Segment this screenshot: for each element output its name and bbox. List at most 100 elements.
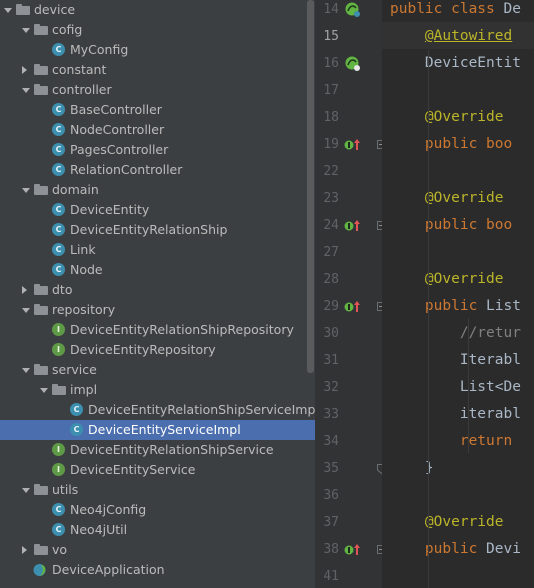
code-line-38[interactable]: public Devi [390,536,521,563]
code-line-33[interactable]: iterabl [390,401,521,428]
tree-item-link[interactable]: C Link [0,240,315,260]
tree-item-pages-controller[interactable]: C PagesController [0,140,315,160]
code-token: @Autowired [424,28,513,44]
tree-item-my-config[interactable]: C MyConfig [0,40,315,60]
folder-icon-body [34,286,48,295]
code-editor[interactable]: public class De @Autowired DeviceEntit @… [382,0,534,588]
line-number: 29 [323,299,339,314]
autowired-icon[interactable] [343,55,363,73]
editor-gutter[interactable]: 14 15 16 17 18 19 22 23 24 27 28 29 30 31 32 33 34 35 36 37… [315,0,386,588]
tree-item-base-controller[interactable]: C BaseController [0,100,315,120]
tree-item-relation-controller[interactable]: C RelationController [0,160,315,180]
tree-item-cofig[interactable]: cofig [0,20,315,40]
line-number: 22 [323,164,339,179]
tree-item-device-entity-relation-ship-service[interactable]: I DeviceEntityRelationShipService [0,440,315,460]
code-line-32[interactable]: List<De [390,374,521,401]
tree-item-label: domain [52,182,99,197]
tree-item-device-entity-relation-ship[interactable]: C DeviceEntityRelationShip [0,220,315,240]
override-icon[interactable] [343,136,363,154]
tree-item-device-entity-relation-ship-repository[interactable]: I DeviceEntityRelationShipRepository [0,320,315,340]
chevron-down-icon[interactable] [22,188,30,193]
tree-item-device-application[interactable]: DeviceApplication [0,560,315,580]
tree-item-constant[interactable]: constant [0,60,315,80]
tree-item-device-entity-repository[interactable]: I DeviceEntityRepository [0,340,315,360]
chevron-down-icon[interactable] [22,368,30,373]
chevron-down-icon[interactable] [40,388,48,393]
chevron-right-icon[interactable] [22,66,27,74]
tree-item-device-entity-service[interactable]: I DeviceEntityService [0,460,315,480]
chevron-down-icon[interactable] [4,8,12,13]
tree-item-device-entity-service-impl[interactable]: C DeviceEntityServiceImpl [0,420,315,440]
java-class-icon: C [52,503,65,516]
tree-item-label: dto [52,282,73,297]
chevron-down-icon[interactable] [22,88,30,93]
code-token: public boo [424,136,513,152]
chevron-right-icon[interactable] [22,286,27,294]
tree-item-neo4j-util[interactable]: C Neo4jUtil [0,520,315,540]
java-interface-icon: I [52,463,65,476]
chevron-down-icon[interactable] [22,488,30,493]
code-line-18[interactable]: @Override [390,104,504,131]
code-line-37[interactable]: @Override [390,509,504,536]
tree-item-device-entity-relation-ship-service-impl[interactable]: C DeviceEntityRelationShipServiceImpl [0,400,315,420]
override-icon[interactable] [343,217,363,235]
override-icon[interactable] [343,541,363,559]
code-token: DeviceEntit [390,55,521,71]
tree-item-service[interactable]: service [0,360,315,380]
code-token: @Override [424,190,504,206]
line-number: 24 [323,218,339,233]
tree-item-device-entity[interactable]: C DeviceEntity [0,200,315,220]
code-line-31[interactable]: Iterabl [390,347,521,374]
code-line-24[interactable]: public boo [390,212,512,239]
override-icon[interactable] [343,298,363,316]
chevron-down-icon[interactable] [22,28,30,33]
tree-item-vo[interactable]: vo [0,540,315,560]
tree-item-device[interactable]: device [0,0,315,20]
tree-item-domain[interactable]: domain [0,180,315,200]
folder-icon-body [34,26,48,35]
chevron-right-icon[interactable] [22,546,27,554]
code-line-34[interactable]: return [390,428,512,455]
code-line-23[interactable]: @Override [390,185,504,212]
tree-item-node[interactable]: C Node [0,260,315,280]
project-tree-scrollbar[interactable] [307,0,314,373]
code-line-15[interactable]: @Autowired [390,23,512,50]
tree-item-controller[interactable]: controller [0,80,315,100]
code-token: Iterabl [390,352,521,368]
tree-item-label: Neo4jUtil [70,522,128,537]
code-line-30[interactable]: //retur [390,320,521,347]
line-number: 38 [323,542,339,557]
chevron-down-icon[interactable] [22,308,30,313]
folder-icon [34,304,48,315]
code-line-14[interactable]: public class De [390,0,521,23]
code-line-28[interactable]: @Override [390,266,504,293]
java-class-icon: C [52,263,65,276]
tree-item-impl[interactable]: impl [0,380,315,400]
tree-item-dto[interactable]: dto [0,280,315,300]
indent-guide [468,318,469,453]
code-token: public [424,541,487,557]
code-line-19[interactable]: public boo [390,131,512,158]
tree-item-node-controller[interactable]: C NodeController [0,120,315,140]
java-class-icon: C [52,243,65,256]
tree-item-label: BaseController [70,102,162,117]
code-token: List [486,298,521,314]
bean-icon[interactable] [343,1,363,19]
tree-item-utils[interactable]: utils [0,480,315,500]
folder-icon-body [34,66,48,75]
code-token: Devi [486,541,521,557]
code-line-16[interactable]: DeviceEntit [390,50,521,77]
tree-item-label: PagesController [70,142,169,157]
code-token: public [424,298,487,314]
code-token: public boo [424,217,513,233]
project-tree[interactable]: device cofig C MyConfig constant controller C B… [0,0,315,588]
tree-item-neo4j-config[interactable]: C Neo4jConfig [0,500,315,520]
tree-item-repository[interactable]: repository [0,300,315,320]
folder-icon [52,384,66,395]
folder-icon [34,84,48,95]
folder-icon-body [34,186,48,195]
code-line-29[interactable]: public List [390,293,521,320]
tree-item-label: Node [70,262,103,277]
